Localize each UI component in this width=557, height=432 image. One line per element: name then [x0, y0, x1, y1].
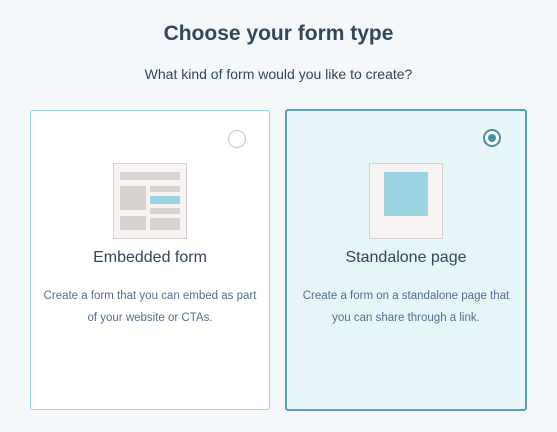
- form-type-page: Choose your form type What kind of form …: [0, 0, 557, 432]
- standalone-page-card[interactable]: Standalone page Create a form on a stand…: [285, 109, 527, 411]
- standalone-page-label: Standalone page: [345, 249, 467, 266]
- embedded-form-illustration-icon: [113, 163, 187, 239]
- embedded-form-card[interactable]: Embedded form Create a form that you can…: [30, 110, 270, 410]
- embedded-form-radio[interactable]: [228, 130, 246, 148]
- standalone-page-radio[interactable]: [483, 129, 501, 147]
- embedded-form-label: Embedded form: [93, 249, 207, 266]
- page-subtitle: What kind of form would you like to crea…: [144, 66, 413, 82]
- embedded-form-description: Create a form that you can embed as part…: [43, 290, 257, 324]
- page-title: Choose your form type: [163, 22, 394, 45]
- standalone-page-illustration-icon: [369, 163, 443, 239]
- standalone-page-description: Create a form on a standalone page that …: [302, 290, 510, 324]
